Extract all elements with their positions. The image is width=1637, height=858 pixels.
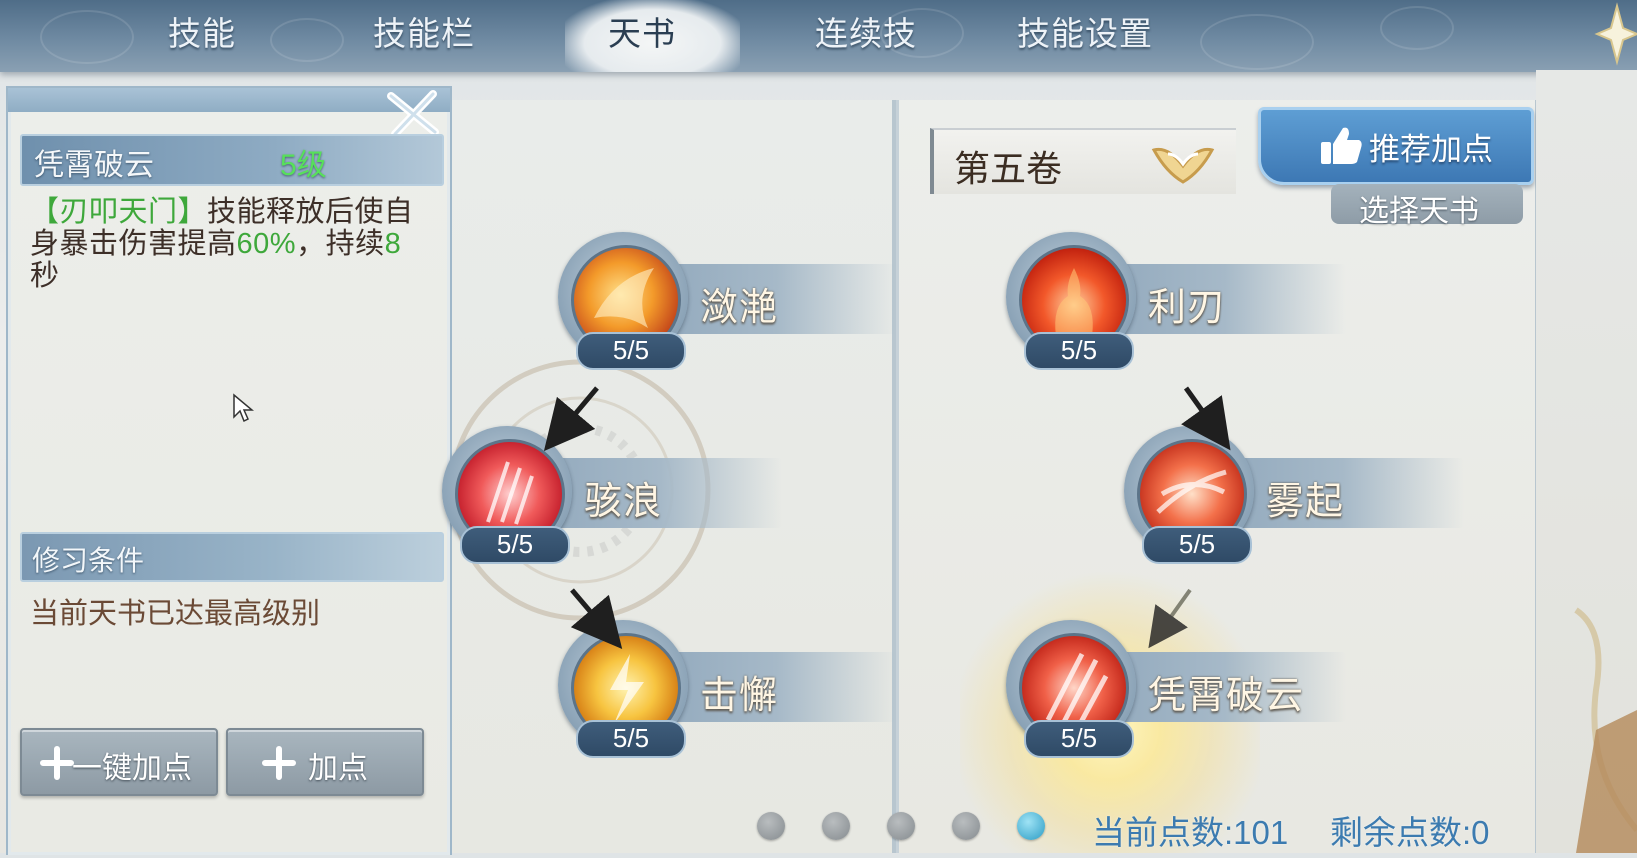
arrow-lianyan-to-hailang bbox=[543, 386, 599, 452]
current-points: 当前点数:101 bbox=[1092, 806, 1288, 854]
tree-connectors bbox=[543, 386, 1231, 650]
remaining-points-value: 0 bbox=[1471, 814, 1490, 851]
page-dot[interactable] bbox=[952, 812, 980, 840]
arrow-wuqi-to-pingxiao bbox=[1148, 588, 1192, 649]
right-edge-decoration bbox=[1536, 70, 1637, 853]
arrow-hailang-to-jixie bbox=[570, 588, 623, 650]
arrow-liren-to-wuqi bbox=[1181, 386, 1231, 451]
page-dot[interactable] bbox=[887, 812, 915, 840]
page-dot[interactable] bbox=[757, 812, 785, 840]
page-dot[interactable] bbox=[822, 812, 850, 840]
remaining-points-label: 剩余点数: bbox=[1330, 814, 1472, 851]
current-points-value: 101 bbox=[1233, 814, 1289, 851]
remaining-points: 剩余点数:0 bbox=[1330, 806, 1490, 854]
scroll-ornament-icon bbox=[1574, 607, 1637, 853]
current-points-label: 当前点数: bbox=[1092, 814, 1234, 851]
page-dot-active[interactable] bbox=[1017, 812, 1045, 840]
